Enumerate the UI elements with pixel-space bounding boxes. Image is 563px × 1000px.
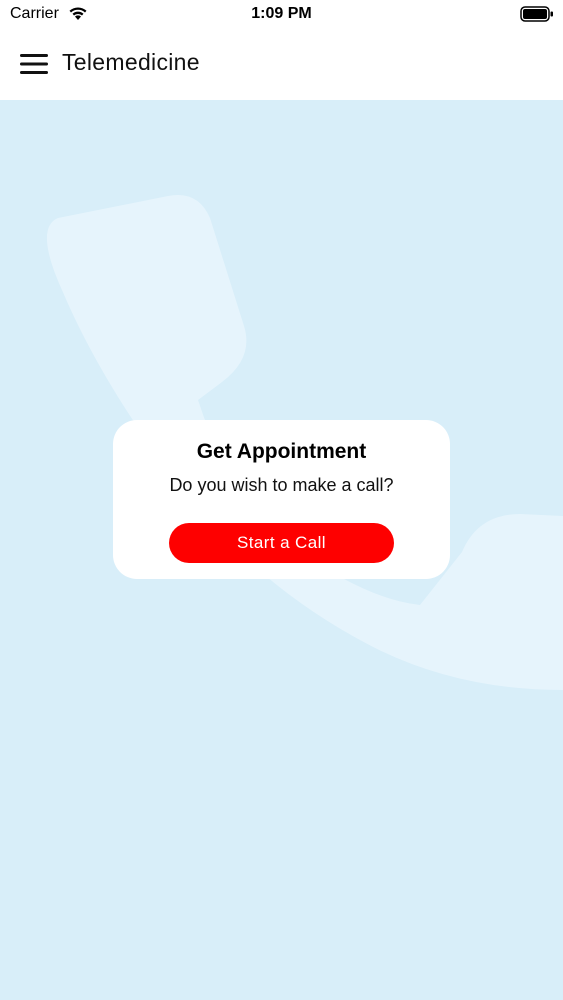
battery-icon xyxy=(520,6,553,22)
start-call-button[interactable]: Start a Call xyxy=(169,523,394,563)
status-time: 1:09 PM xyxy=(251,5,312,22)
card-title: Get Appointment xyxy=(196,440,367,463)
page-title: Telemedicine xyxy=(62,49,200,75)
header: Telemedicine xyxy=(0,30,563,100)
hamburger-menu-icon[interactable] xyxy=(20,52,48,76)
card-message: Do you wish to make a call? xyxy=(169,475,394,495)
status-bar: Carrier 1:09 PM xyxy=(0,0,563,30)
appointment-card: Get Appointment Do you wish to make a ca… xyxy=(113,420,450,579)
main-content: Get Appointment Do you wish to make a ca… xyxy=(0,100,563,1000)
